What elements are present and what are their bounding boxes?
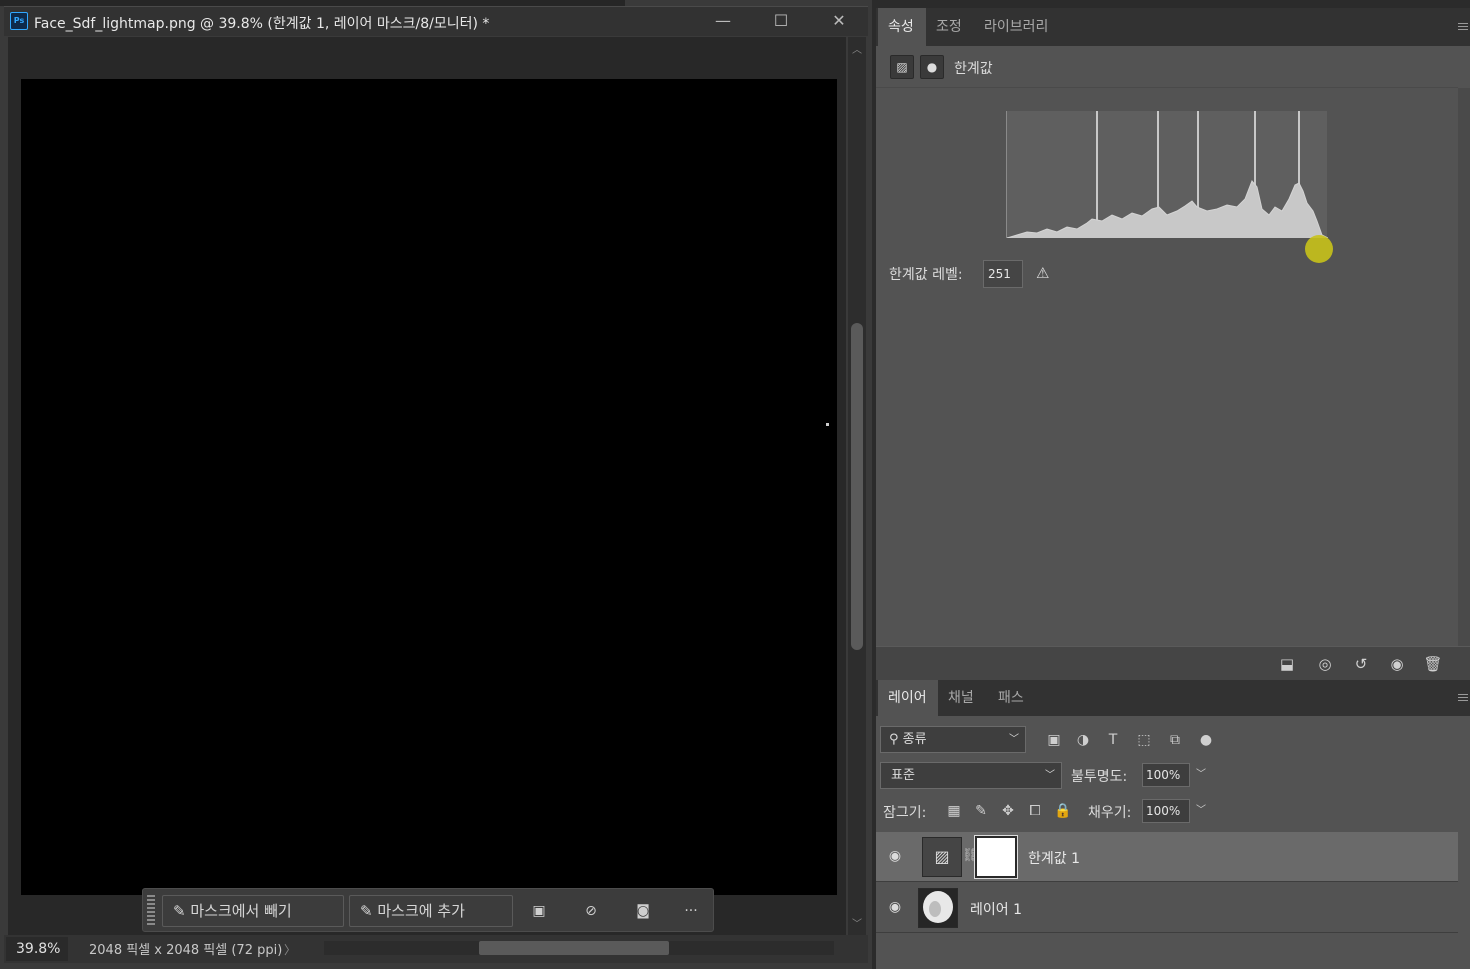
- filter-shape-icon[interactable]: ⬚: [1133, 729, 1155, 751]
- layer-mask-thumbnail[interactable]: [974, 835, 1018, 879]
- histogram-warning-icon[interactable]: ⚠: [1036, 264, 1049, 282]
- document-size: 2048 픽셀 x 2048 픽셀 (72 ppi): [89, 943, 283, 958]
- minimize-button[interactable]: —: [694, 7, 752, 37]
- lock-transparent-icon[interactable]: ▦: [944, 801, 964, 821]
- status-bar: 39.8% 2048 픽셀 x 2048 픽셀 (72 ppi) 〉: [4, 935, 868, 963]
- filter-smartobject-icon[interactable]: ⧉: [1164, 729, 1186, 751]
- threshold-level-label: 한계값 레벨:: [889, 267, 963, 283]
- adjustment-name: 한계값: [954, 61, 993, 77]
- tab-libraries[interactable]: 라이브러리: [974, 8, 1066, 46]
- properties-tab-bar: 속성 조정 라이브러리: [876, 8, 1470, 46]
- fill-label: 채우기:: [1088, 805, 1132, 821]
- more-options-button[interactable]: ···: [679, 899, 703, 923]
- panel-menu-icon[interactable]: [1458, 23, 1468, 31]
- layers-menu-icon[interactable]: [1458, 694, 1468, 702]
- tab-paths[interactable]: 패스: [988, 680, 1038, 716]
- threshold-adjustment-icon[interactable]: ▨: [922, 837, 962, 877]
- opacity-dropdown-icon[interactable]: ﹀: [1192, 763, 1210, 787]
- filter-pixel-icon[interactable]: ▣: [1043, 729, 1065, 751]
- fill-input[interactable]: 100%: [1142, 799, 1190, 823]
- histogram-graph: [1006, 111, 1329, 239]
- delete-icon[interactable]: 🗑: [1420, 653, 1446, 675]
- threshold-level-input[interactable]: 251: [983, 260, 1023, 288]
- subtract-from-mask-button[interactable]: ✎ 마스크에서 빼기: [162, 895, 344, 927]
- lock-image-icon[interactable]: ✎: [971, 801, 991, 821]
- search-icon: ⚲: [889, 732, 903, 747]
- eye-icon[interactable]: ◉: [886, 898, 904, 916]
- eye-icon[interactable]: ◉: [886, 847, 904, 865]
- layers-tab-bar: 레이어 채널 패스: [876, 680, 1470, 716]
- mask-view-icon[interactable]: ◙: [631, 899, 655, 923]
- add-to-mask-button[interactable]: ✎ 마스크에 추가: [349, 895, 513, 927]
- threshold-slider-handle[interactable]: [1305, 235, 1333, 263]
- threshold-adjustment-icon[interactable]: ▨: [890, 55, 914, 79]
- canvas-image[interactable]: [21, 79, 837, 895]
- blend-mode-dropdown[interactable]: 표준 ﹀: [880, 762, 1062, 789]
- drag-handle[interactable]: [147, 895, 155, 925]
- layer-thumbnail[interactable]: [918, 888, 958, 928]
- maximize-button[interactable]: ☐: [752, 7, 810, 37]
- properties-footer: ⬓ ◎ ↺ ◉ 🗑: [876, 646, 1470, 680]
- properties-scrollbar[interactable]: [1458, 88, 1470, 646]
- status-menu-arrow-icon[interactable]: 〉: [284, 941, 296, 958]
- mask-invert-icon[interactable]: ▣: [527, 899, 551, 923]
- vertical-scroll-thumb[interactable]: [851, 323, 863, 650]
- contextual-task-bar: ✎ 마스크에서 빼기 ✎ 마스크에 추가 ▣ ⊘ ◙ ···: [142, 888, 714, 932]
- mask-disable-icon[interactable]: ⊘: [579, 899, 603, 923]
- clip-to-layer-icon[interactable]: ⬓: [1274, 653, 1300, 675]
- chevron-down-icon: ﹀: [1045, 770, 1055, 781]
- lock-label: 잠그기:: [883, 805, 927, 821]
- filter-toggle-icon[interactable]: ●: [1195, 729, 1217, 751]
- close-button[interactable]: ✕: [810, 7, 868, 37]
- document-title: Face_Sdf_lightmap.png @ 39.8% (한계값 1, 레이…: [34, 16, 490, 32]
- document-title-bar[interactable]: Ps Face_Sdf_lightmap.png @ 39.8% (한계값 1,…: [4, 6, 868, 36]
- layer-filter-dropdown[interactable]: ⚲ 종류 ﹀: [880, 726, 1026, 753]
- scroll-up-icon[interactable]: ︿: [852, 41, 862, 56]
- toggle-visibility-icon[interactable]: ◉: [1384, 653, 1410, 675]
- view-previous-state-icon[interactable]: ◎: [1312, 653, 1338, 675]
- lock-all-icon[interactable]: 🔒: [1053, 801, 1073, 821]
- opacity-label: 불투명도:: [1071, 769, 1128, 785]
- horizontal-scrollbar[interactable]: [324, 941, 834, 955]
- scroll-down-icon[interactable]: ﹀: [852, 915, 862, 930]
- layer-row[interactable]: ◉ ▨ ⛓ 한계값 1: [876, 832, 1458, 882]
- photoshop-app-icon: Ps: [10, 12, 28, 30]
- reset-icon[interactable]: ↺: [1348, 653, 1374, 675]
- properties-header: ▨ ● 한계값: [876, 46, 1458, 88]
- layer-name[interactable]: 레이어 1: [970, 899, 1022, 919]
- filter-type-icon[interactable]: T: [1102, 729, 1124, 751]
- brush-plus-icon: ✎: [360, 902, 378, 920]
- zoom-level[interactable]: 39.8%: [6, 937, 68, 961]
- tab-properties[interactable]: 속성: [878, 8, 926, 46]
- tab-layers[interactable]: 레이어: [878, 680, 938, 716]
- horizontal-scroll-thumb[interactable]: [479, 941, 669, 955]
- layer-mask-icon[interactable]: ●: [920, 55, 944, 79]
- canvas-pixel-marker: [826, 423, 829, 426]
- tab-adjustments[interactable]: 조정: [926, 8, 974, 46]
- lock-artboard-icon[interactable]: ⧠: [1025, 801, 1045, 821]
- fill-dropdown-icon[interactable]: ﹀: [1192, 799, 1210, 823]
- threshold-histogram[interactable]: [1006, 111, 1329, 239]
- lock-position-icon[interactable]: ✥: [998, 801, 1018, 821]
- layer-name[interactable]: 한계값 1: [1028, 848, 1080, 868]
- layer-row[interactable]: ◉ 레이어 1: [876, 883, 1458, 933]
- face-shape-icon: [923, 891, 953, 923]
- opacity-input[interactable]: 100%: [1142, 763, 1190, 787]
- brush-minus-icon: ✎: [173, 902, 191, 920]
- tab-channels[interactable]: 채널: [938, 680, 988, 716]
- filter-adjustment-icon[interactable]: ◑: [1072, 729, 1094, 751]
- chevron-down-icon: ﹀: [1009, 734, 1019, 745]
